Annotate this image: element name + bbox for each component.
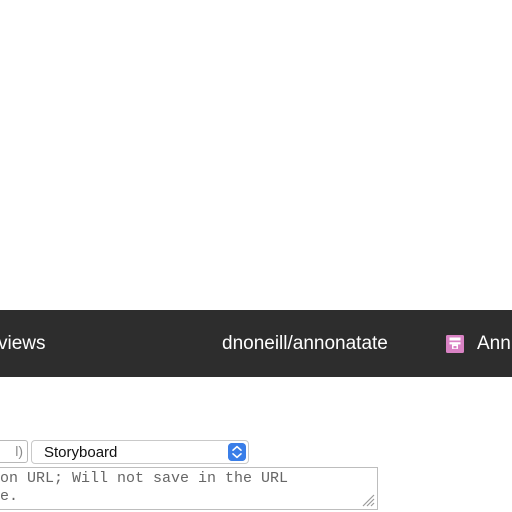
select-arrows-icon — [228, 443, 246, 461]
left-input-field[interactable]: l) — [0, 440, 28, 463]
annotation-url-textarea[interactable]: ion URL; Will not save in the URL le. — [0, 467, 378, 510]
view-type-selected-value: Storyboard — [44, 444, 118, 461]
left-input-value: l) — [15, 443, 23, 459]
resize-grip-icon[interactable] — [359, 491, 375, 507]
textarea-content: ion URL; Will not save in the URL le. — [0, 470, 289, 505]
view-type-select[interactable]: Storyboard — [31, 440, 249, 464]
annotations-link-label[interactable]: Ann — [477, 310, 511, 377]
views-link[interactable]: views — [0, 310, 46, 377]
repository-link[interactable]: dnoneill/annonatate — [222, 310, 388, 377]
annotation-save-icon[interactable] — [445, 334, 465, 354]
page: views dnoneill/annonatate Ann l) Storybo… — [0, 0, 512, 512]
top-navigation-bar: views dnoneill/annonatate Ann — [0, 310, 512, 377]
form-controls: l) Storyboard ion URL; Will not save in … — [0, 440, 512, 512]
blank-content-area — [0, 0, 512, 310]
